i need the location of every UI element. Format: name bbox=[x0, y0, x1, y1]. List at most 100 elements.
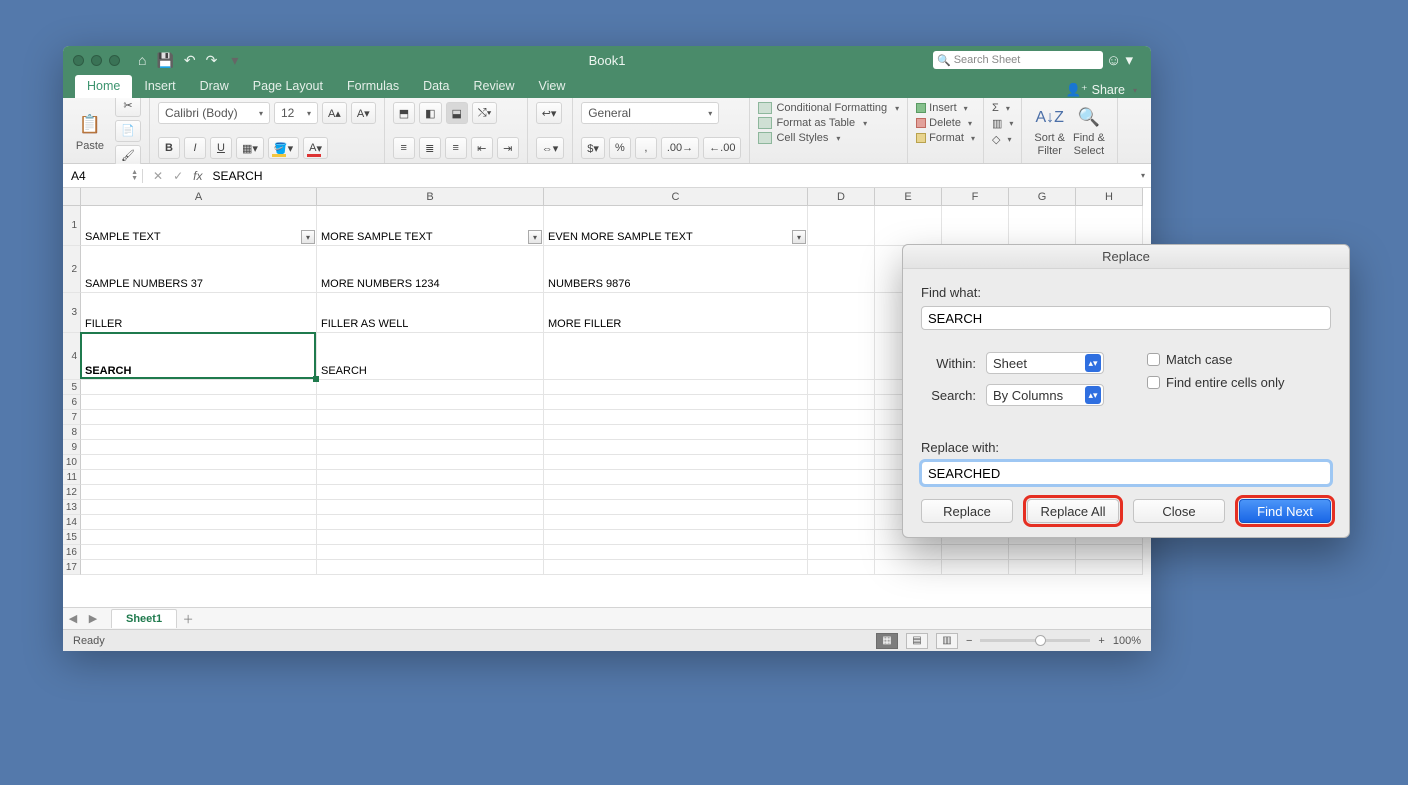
cell-A13[interactable] bbox=[81, 500, 317, 515]
row-header-14[interactable]: 14 bbox=[63, 515, 81, 530]
cell-A12[interactable] bbox=[81, 485, 317, 500]
cell-A7[interactable] bbox=[81, 410, 317, 425]
cell-B4[interactable]: SEARCH bbox=[317, 333, 544, 380]
find-what-input[interactable] bbox=[921, 306, 1331, 330]
paste-button[interactable]: 📋 Paste bbox=[71, 107, 109, 154]
entire-cells-checkbox[interactable]: Find entire cells only bbox=[1147, 375, 1331, 390]
cell-C7[interactable] bbox=[544, 410, 808, 425]
cell-A11[interactable] bbox=[81, 470, 317, 485]
cell-C6[interactable] bbox=[544, 395, 808, 410]
minimize-window-icon[interactable] bbox=[91, 55, 102, 66]
cell-A16[interactable] bbox=[81, 545, 317, 560]
cell-H16[interactable] bbox=[1076, 545, 1143, 560]
cell-B3[interactable]: FILLER AS WELL bbox=[317, 293, 544, 333]
cell-C5[interactable] bbox=[544, 380, 808, 395]
add-sheet-button[interactable]: ＋ bbox=[177, 611, 199, 627]
cell-D11[interactable] bbox=[808, 470, 875, 485]
cell-D4[interactable] bbox=[808, 333, 875, 380]
cell-G1[interactable] bbox=[1009, 206, 1076, 246]
align-top-button[interactable]: ⬒ bbox=[393, 102, 415, 124]
page-layout-view-button[interactable]: ▤ bbox=[906, 633, 928, 649]
row-header-16[interactable]: 16 bbox=[63, 545, 81, 560]
cell-A3[interactable]: FILLER bbox=[81, 293, 317, 333]
cell-D8[interactable] bbox=[808, 425, 875, 440]
cell-D12[interactable] bbox=[808, 485, 875, 500]
row-header-3[interactable]: 3 bbox=[63, 293, 81, 333]
replace-button[interactable]: Replace bbox=[921, 499, 1013, 523]
find-next-button[interactable]: Find Next bbox=[1239, 499, 1331, 523]
column-header-G[interactable]: G bbox=[1009, 188, 1076, 206]
column-header-B[interactable]: B bbox=[317, 188, 544, 206]
fill-handle[interactable] bbox=[313, 376, 319, 382]
filter-button[interactable]: ▾ bbox=[792, 230, 806, 244]
format-as-table-button[interactable]: Format as Table ▾ bbox=[758, 117, 899, 129]
search-order-select[interactable]: By Columns ▴▾ bbox=[986, 384, 1104, 406]
column-header-C[interactable]: C bbox=[544, 188, 808, 206]
bold-button[interactable]: B bbox=[158, 137, 180, 159]
align-right-button[interactable]: ≡ bbox=[445, 137, 467, 159]
cell-D2[interactable] bbox=[808, 246, 875, 293]
cell-C14[interactable] bbox=[544, 515, 808, 530]
autosum-button[interactable]: Σ▾ bbox=[992, 102, 1013, 114]
cell-B13[interactable] bbox=[317, 500, 544, 515]
row-header-11[interactable]: 11 bbox=[63, 470, 81, 485]
align-middle-button[interactable]: ◧ bbox=[419, 102, 441, 124]
cancel-formula-icon[interactable]: ✕ bbox=[153, 169, 163, 183]
percent-button[interactable]: % bbox=[609, 137, 631, 159]
cell-E16[interactable] bbox=[875, 545, 942, 560]
match-case-checkbox[interactable]: Match case bbox=[1147, 352, 1331, 367]
row-header-7[interactable]: 7 bbox=[63, 410, 81, 425]
row-header-17[interactable]: 17 bbox=[63, 560, 81, 575]
filter-button[interactable]: ▾ bbox=[528, 230, 542, 244]
cell-C16[interactable] bbox=[544, 545, 808, 560]
currency-button[interactable]: $▾ bbox=[581, 137, 605, 159]
cell-D9[interactable] bbox=[808, 440, 875, 455]
cell-D16[interactable] bbox=[808, 545, 875, 560]
cell-B15[interactable] bbox=[317, 530, 544, 545]
copy-button[interactable]: 📄 bbox=[115, 120, 141, 142]
replace-all-button[interactable]: Replace All bbox=[1027, 499, 1119, 523]
column-header-E[interactable]: E bbox=[875, 188, 942, 206]
row-header-13[interactable]: 13 bbox=[63, 500, 81, 515]
cell-A4[interactable]: SEARCH bbox=[81, 333, 317, 380]
tab-insert[interactable]: Insert bbox=[132, 75, 187, 98]
cell-B11[interactable] bbox=[317, 470, 544, 485]
cell-D3[interactable] bbox=[808, 293, 875, 333]
feedback-icon[interactable]: ☺ ▾ bbox=[1106, 51, 1133, 69]
cell-B12[interactable] bbox=[317, 485, 544, 500]
cell-D6[interactable] bbox=[808, 395, 875, 410]
decrease-decimal-button[interactable]: ←.00 bbox=[703, 137, 741, 159]
sheet-nav-next[interactable]: ▶ bbox=[83, 612, 103, 625]
align-bottom-button[interactable]: ⬓ bbox=[446, 102, 468, 124]
cell-C10[interactable] bbox=[544, 455, 808, 470]
cell-H17[interactable] bbox=[1076, 560, 1143, 575]
cell-F1[interactable] bbox=[942, 206, 1009, 246]
find-select-button[interactable]: 🔍 Find & Select bbox=[1069, 102, 1109, 159]
cell-E17[interactable] bbox=[875, 560, 942, 575]
cell-D14[interactable] bbox=[808, 515, 875, 530]
home-icon[interactable]: ⌂ bbox=[138, 52, 146, 68]
formula-input[interactable]: SEARCH bbox=[212, 169, 1127, 183]
fill-button[interactable]: ▥▾ bbox=[992, 117, 1013, 130]
row-header-12[interactable]: 12 bbox=[63, 485, 81, 500]
align-center-button[interactable]: ≣ bbox=[419, 137, 441, 159]
undo-icon[interactable]: ↶ bbox=[184, 52, 196, 69]
row-header-6[interactable]: 6 bbox=[63, 395, 81, 410]
cell-H1[interactable] bbox=[1076, 206, 1143, 246]
cell-B14[interactable] bbox=[317, 515, 544, 530]
font-name-select[interactable]: Calibri (Body)▾ bbox=[158, 102, 270, 124]
replace-with-input[interactable] bbox=[921, 461, 1331, 485]
tab-formulas[interactable]: Formulas bbox=[335, 75, 411, 98]
sheet-nav-prev[interactable]: ◀ bbox=[63, 612, 83, 625]
cell-F16[interactable] bbox=[942, 545, 1009, 560]
normal-view-button[interactable]: ▦ bbox=[876, 633, 898, 649]
zoom-slider[interactable] bbox=[980, 639, 1090, 642]
row-header-4[interactable]: 4 bbox=[63, 333, 81, 380]
tab-view[interactable]: View bbox=[526, 75, 577, 98]
column-header-F[interactable]: F bbox=[942, 188, 1009, 206]
cell-C1[interactable]: EVEN MORE SAMPLE TEXT▾ bbox=[544, 206, 808, 246]
filter-button[interactable]: ▾ bbox=[301, 230, 315, 244]
cell-F17[interactable] bbox=[942, 560, 1009, 575]
column-header-D[interactable]: D bbox=[808, 188, 875, 206]
column-header-H[interactable]: H bbox=[1076, 188, 1143, 206]
